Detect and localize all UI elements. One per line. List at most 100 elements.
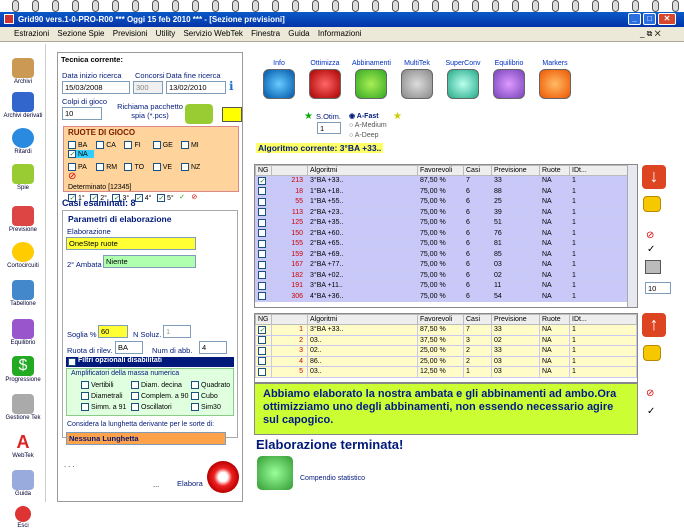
sidebar-item-guida[interactable]: Guida bbox=[0, 470, 46, 497]
sidebar-item-previsione[interactable]: Previsione bbox=[0, 206, 46, 233]
data-inizio-field[interactable]: 15/03/2008 bbox=[62, 81, 130, 94]
ampl-simm[interactable]: Simm. a 91 bbox=[81, 403, 126, 411]
col2-casi[interactable]: Casi bbox=[463, 314, 492, 325]
row-checkbox[interactable] bbox=[255, 280, 272, 292]
grid1-scrollbar[interactable] bbox=[627, 165, 637, 307]
table-row[interactable]: 3 02.. 25,00 % 2 33 NA 1 bbox=[255, 345, 637, 357]
det-check-all-button[interactable]: ✓ bbox=[179, 193, 189, 201]
row-checkbox[interactable] bbox=[255, 334, 272, 346]
col-previsione[interactable]: Previsione bbox=[491, 165, 540, 176]
sidebar-item-archivi[interactable]: Archivi bbox=[0, 58, 46, 85]
col2-idt[interactable]: IDt... bbox=[569, 314, 637, 325]
tool-ottimizza[interactable]: Ottimizza bbox=[306, 60, 344, 101]
mdi-controls[interactable]: _ ⧉ ✕ bbox=[640, 27, 661, 41]
data-fine-field[interactable]: 13/02/2010 bbox=[166, 81, 226, 94]
menu-informazioni[interactable]: Informazioni bbox=[318, 29, 362, 38]
filtri-bar[interactable]: Filtri opzionali disabilitati bbox=[66, 357, 234, 367]
sidebar-item-gestione-tek[interactable]: Gestione Tek bbox=[0, 394, 46, 421]
tool-equilibrio[interactable]: Equilibrio bbox=[490, 60, 528, 101]
row-checkbox[interactable] bbox=[255, 217, 272, 229]
maximize-button[interactable]: □ bbox=[643, 13, 656, 25]
row-checkbox[interactable] bbox=[255, 366, 272, 378]
row-checkbox[interactable] bbox=[255, 355, 272, 367]
det-5[interactable]: 5° bbox=[156, 193, 177, 202]
nsoluz-select[interactable]: 1 bbox=[163, 325, 191, 338]
menu-webtek[interactable]: Servizio WebTek bbox=[183, 29, 242, 38]
ruota-mi[interactable]: MI bbox=[180, 141, 207, 150]
printer-icon[interactable] bbox=[645, 260, 661, 274]
ruota-to[interactable]: TO bbox=[124, 163, 150, 172]
stop-icon-1[interactable]: ⊘ bbox=[646, 230, 654, 241]
tool-abbinamenti[interactable]: Abbinamenti bbox=[352, 60, 391, 101]
col2-ng[interactable]: NG bbox=[255, 314, 272, 325]
ampl-cubo[interactable]: Cubo bbox=[191, 392, 218, 400]
menu-sezione-spie[interactable]: Sezione Spie bbox=[57, 29, 104, 38]
row-checkbox[interactable] bbox=[255, 227, 272, 239]
radio-a-fast[interactable]: ◉ A-Fast bbox=[349, 112, 379, 120]
filtri-checkbox[interactable] bbox=[68, 358, 76, 366]
trash-can-icon-2[interactable] bbox=[643, 345, 661, 361]
tool-multitek[interactable]: MultiTek bbox=[398, 60, 436, 101]
ampl-diametrali[interactable]: Diametrali bbox=[81, 392, 123, 400]
col-algoritmi[interactable]: Algoritmi bbox=[307, 165, 418, 176]
table-row[interactable]: 113 2°BA +23.. 75,00 % 6 39 NA 1 bbox=[255, 206, 637, 218]
ruota-rilev-select[interactable]: BA bbox=[115, 341, 143, 354]
lunghetta-select[interactable]: Nessuna Lunghetta bbox=[66, 432, 226, 445]
table-row[interactable]: 155 2°BA +65.. 75,00 % 6 81 NA 1 bbox=[255, 238, 637, 250]
ruota-ge[interactable]: GE bbox=[152, 141, 179, 150]
close-button[interactable]: ✕ bbox=[658, 13, 676, 25]
elabora-button[interactable] bbox=[207, 461, 239, 493]
row-checkbox[interactable] bbox=[255, 185, 272, 197]
arrow-down-button[interactable]: ↓ bbox=[642, 165, 666, 189]
table-row[interactable]: 4 86.. 25,00 % 2 03 NA 1 bbox=[255, 355, 637, 367]
ruota-rm[interactable]: RM bbox=[96, 163, 122, 172]
info-pen-icon[interactable]: ℹ bbox=[229, 79, 240, 94]
ruota-ve[interactable]: VE bbox=[152, 163, 179, 172]
sidebar-item-tabellone[interactable]: Tabellone bbox=[0, 280, 46, 307]
ampl-quadrato[interactable]: Quadrato bbox=[191, 381, 230, 389]
table-row[interactable]: 150 2°BA +60.. 75,00 % 6 76 NA 1 bbox=[255, 227, 637, 239]
sidebar-item-cortocircuiti[interactable]: Cortocircuiti bbox=[0, 242, 46, 269]
spy-package-icon[interactable] bbox=[185, 104, 213, 124]
col-ruote[interactable]: Ruote bbox=[539, 165, 570, 176]
row-checkbox[interactable] bbox=[255, 238, 272, 250]
table-row[interactable]: 5 03.. 12,50 % 1 03 NA 1 bbox=[255, 366, 637, 378]
menu-previsioni[interactable]: Previsioni bbox=[113, 29, 148, 38]
table-row[interactable]: 159 2°BA +69.. 75,00 % 6 85 NA 1 bbox=[255, 248, 637, 260]
sidebar-item-equilibrio[interactable]: Equilibrio bbox=[0, 319, 46, 346]
col2-ruote[interactable]: Ruote bbox=[539, 314, 570, 325]
ampl-diam-decina[interactable]: Diam. decina bbox=[131, 381, 182, 389]
row-checkbox[interactable] bbox=[255, 175, 272, 187]
row-checkbox[interactable] bbox=[255, 324, 272, 336]
arrow-up-button[interactable]: ↑ bbox=[642, 313, 666, 337]
col-casi[interactable]: Casi bbox=[463, 165, 492, 176]
col2-favorevoli[interactable]: Favorevoli bbox=[417, 314, 464, 325]
table-row[interactable]: 55 1°BA +55.. 75,00 % 6 25 NA 1 bbox=[255, 196, 637, 208]
table-row[interactable]: 306 4°BA +36.. 75,00 % 6 54 NA 1 bbox=[255, 290, 637, 302]
col2-algoritmi[interactable]: Algoritmi bbox=[307, 314, 418, 325]
spy-color-box[interactable] bbox=[222, 107, 242, 122]
compendio-icon[interactable] bbox=[257, 456, 293, 490]
check-icon-1[interactable]: ✓ bbox=[647, 244, 655, 255]
col2-previsione[interactable]: Previsione bbox=[491, 314, 540, 325]
col-favorevoli[interactable]: Favorevoli bbox=[417, 165, 464, 176]
table-row[interactable]: 2 03.. 37,50 % 3 02 NA 1 bbox=[255, 334, 637, 346]
sottim-select[interactable]: 1 bbox=[317, 122, 341, 134]
menu-utility[interactable]: Utility bbox=[156, 29, 176, 38]
radio-a-medium[interactable]: ○ A-Medium bbox=[349, 122, 387, 129]
ampl-sim30[interactable]: Sim30 bbox=[191, 403, 221, 411]
menu-finestra[interactable]: Finestra bbox=[251, 29, 280, 38]
ruota-ba[interactable]: BA bbox=[68, 141, 94, 150]
sidebar-item-spie[interactable]: Spie bbox=[0, 164, 46, 191]
ampl-vertibili[interactable]: Vertibili bbox=[81, 381, 114, 389]
soglia-select[interactable]: 60 bbox=[98, 325, 128, 338]
radio-a-deep[interactable]: ○ A-Deep bbox=[349, 132, 379, 139]
table-row[interactable]: 167 2°BA +77.. 75,00 % 6 03 NA 1 bbox=[255, 259, 637, 271]
sidebar-item-webtek[interactable]: A WebTek bbox=[0, 432, 46, 459]
table-row[interactable]: 18 1°BA +18.. 75,00 % 6 88 NA 1 bbox=[255, 185, 637, 197]
tool-superconv[interactable]: SuperConv bbox=[444, 60, 482, 101]
row-checkbox[interactable] bbox=[255, 345, 272, 357]
table-row[interactable]: 182 3°BA +02.. 75,00 % 6 02 NA 1 bbox=[255, 269, 637, 281]
minimize-button[interactable]: _ bbox=[628, 13, 641, 25]
det-clear-button[interactable]: ⊘ bbox=[191, 193, 201, 201]
